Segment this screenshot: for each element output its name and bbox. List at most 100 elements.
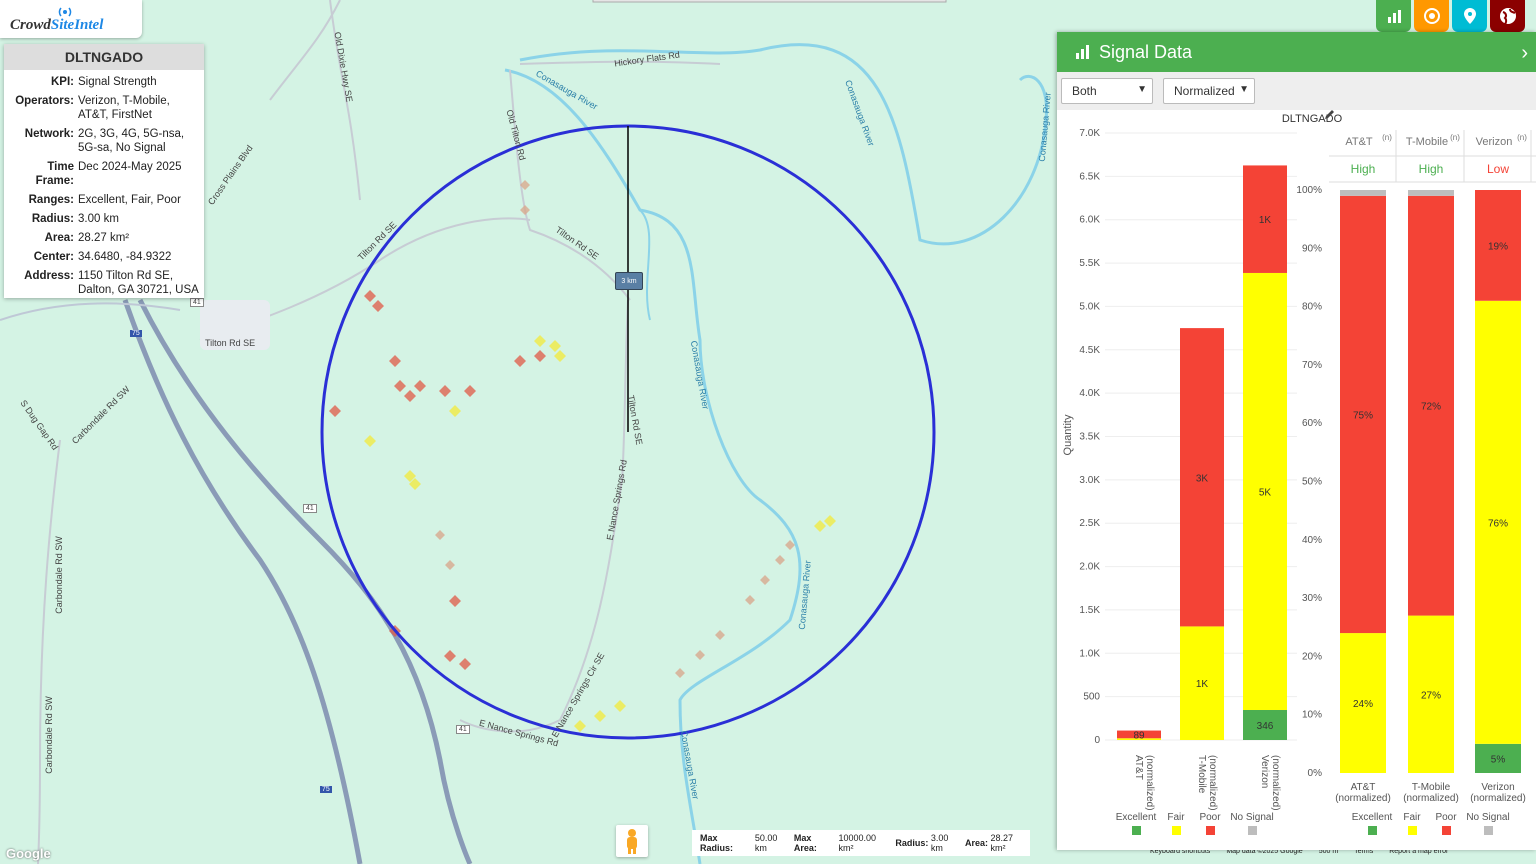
info-value: 1150 Tilton Rd SE, Dalton, GA 30721, USA xyxy=(78,270,199,296)
operator-tab-sup: (n) xyxy=(1517,133,1527,142)
legend-label: Poor xyxy=(1199,812,1221,823)
chart-button[interactable] xyxy=(1376,0,1411,32)
data-label: 5K xyxy=(1259,487,1272,498)
y-tick-label: 5.5K xyxy=(1079,258,1100,269)
data-label: 27% xyxy=(1421,690,1441,701)
mode-select[interactable]: Normalized ▼ xyxy=(1163,78,1255,104)
operator-rating: Low xyxy=(1487,162,1509,176)
max-radius-label: Max Radius: xyxy=(700,833,734,853)
info-value: Verizon, T-Mobile, AT&T, FirstNet xyxy=(78,95,170,121)
legend-label: Excellent xyxy=(1352,812,1393,823)
info-key: Operators: xyxy=(15,95,74,107)
data-label: 1K xyxy=(1196,679,1209,690)
road-label: Tilton Rd SE xyxy=(205,338,256,348)
operator-tab-label: AT&T xyxy=(1345,136,1373,148)
info-row: Operators: Verizon, T-Mobile, AT&T, First… xyxy=(4,94,204,122)
data-label: 19% xyxy=(1488,241,1508,252)
panel-controls: Both ▼ Normalized ▼ xyxy=(1057,72,1536,110)
area-label: Area: xyxy=(964,838,988,848)
y-tick-label: 60% xyxy=(1302,418,1322,429)
data-label: 24% xyxy=(1353,699,1373,710)
max-area-label: Max Area: xyxy=(793,833,817,853)
legend-swatch xyxy=(1206,826,1215,835)
legend-label: Excellent xyxy=(1116,812,1157,823)
bar-chart-icon xyxy=(1076,45,1089,59)
y-tick-label: 10% xyxy=(1302,710,1322,721)
info-key: Network: xyxy=(24,128,74,140)
pin-icon xyxy=(1463,8,1476,24)
legend-swatch xyxy=(1248,826,1257,835)
data-label: 89 xyxy=(1133,730,1145,741)
pin-button[interactable] xyxy=(1452,0,1487,32)
y-tick-label: 1.0K xyxy=(1079,648,1100,659)
info-row: Network: 2G, 3G, 4G, 5G-nsa, 5G-sa, No Si… xyxy=(4,127,204,155)
x-tick-label: (normalized) xyxy=(1403,793,1459,804)
chevron-right-icon[interactable]: › xyxy=(1521,42,1528,65)
data-label: 76% xyxy=(1488,518,1508,529)
y-tick-label: 5.0K xyxy=(1079,301,1100,312)
y-tick-label: 30% xyxy=(1302,593,1322,604)
data-label: 1K xyxy=(1259,215,1272,226)
legend-label: Fair xyxy=(1167,812,1185,823)
info-row: Area: 28.27 km² xyxy=(4,231,204,245)
operator-tab-label: Verizon xyxy=(1476,136,1513,148)
target-button[interactable] xyxy=(1414,0,1449,32)
google-logo: Google xyxy=(6,846,51,861)
y-tick-label: 2.0K xyxy=(1079,562,1100,573)
info-row: KPI: Signal Strength xyxy=(4,75,204,89)
info-row: Address: 1150 Tilton Rd SE, Dalton, GA 30… xyxy=(4,269,204,297)
area-value: 28.27 km² xyxy=(990,833,1014,853)
info-value: 2G, 3G, 4G, 5G-nsa, 5G-sa, No Signal xyxy=(78,128,185,154)
y-tick-label: 4.0K xyxy=(1079,388,1100,399)
x-tick-label: Verizon xyxy=(1481,782,1514,793)
y-tick-label: 40% xyxy=(1302,535,1322,546)
x-tick-label: T-Mobile xyxy=(1196,755,1207,794)
data-label: 75% xyxy=(1353,410,1373,421)
panel-header: Signal Data › xyxy=(1057,32,1536,72)
logo-text-crowd: Crowd xyxy=(10,17,51,33)
y-tick-label: 3.5K xyxy=(1079,432,1100,443)
highway-shield: 41 xyxy=(456,725,470,734)
operator-rating: High xyxy=(1351,162,1376,176)
legend-label: No Signal xyxy=(1466,812,1509,823)
x-tick-label: (normalized) xyxy=(1207,755,1218,811)
y-tick-label: 0% xyxy=(1308,768,1323,779)
data-label: 5% xyxy=(1491,754,1506,765)
y-tick-label: 1.5K xyxy=(1079,605,1100,616)
info-key: Center: xyxy=(33,251,74,263)
globe-button[interactable] xyxy=(1490,0,1525,32)
x-tick-label: AT&T xyxy=(1351,782,1376,793)
operator-tab-label: T-Mobile xyxy=(1406,136,1448,148)
info-key: Time Frame: xyxy=(35,161,74,187)
highway-shield: 41 xyxy=(303,504,317,513)
target-icon xyxy=(1423,8,1440,24)
radius-scale-label: 3 km xyxy=(615,272,643,290)
filter-select[interactable]: Both ▼ xyxy=(1061,78,1153,104)
radius-value: 3.00 km xyxy=(930,833,949,853)
y-tick-label: 500 xyxy=(1083,692,1100,703)
site-info-title: DLTNGADO xyxy=(4,44,204,70)
site-info-card: DLTNGADO KPI: Signal Strength Operators: Ve… xyxy=(4,44,204,298)
highway-shield: 75 xyxy=(130,330,142,337)
info-row: Time Frame: Dec 2024-May 2025 xyxy=(4,160,204,188)
y-tick-label: 0 xyxy=(1094,735,1100,746)
info-row: Radius: 3.00 km xyxy=(4,212,204,226)
radius-stats-bar: Max Radius: 50.00 km Max Area: 10000.00 … xyxy=(692,830,1030,856)
app-logo[interactable]: CrowdSiteIntel xyxy=(0,0,142,38)
y-tick-label: 70% xyxy=(1302,360,1322,371)
y-tick-label: 90% xyxy=(1302,243,1322,254)
bar-segment xyxy=(1340,190,1386,196)
x-tick-label: (normalized) xyxy=(1144,755,1155,811)
highway-shield: 41 xyxy=(190,298,204,307)
y-tick-label: 20% xyxy=(1302,651,1322,662)
chart-title: DLTNGADO xyxy=(1282,113,1343,125)
y-tick-label: 6.0K xyxy=(1079,215,1100,226)
street-view-pegman[interactable] xyxy=(616,825,648,857)
operator-tab-sup: (n) xyxy=(1382,133,1392,142)
info-key: Area: xyxy=(44,232,74,244)
globe-icon xyxy=(1499,8,1516,25)
x-tick-label: (normalized) xyxy=(1470,793,1526,804)
legend-swatch xyxy=(1408,826,1417,835)
info-value: 3.00 km xyxy=(78,213,119,225)
legend-swatch xyxy=(1368,826,1377,835)
